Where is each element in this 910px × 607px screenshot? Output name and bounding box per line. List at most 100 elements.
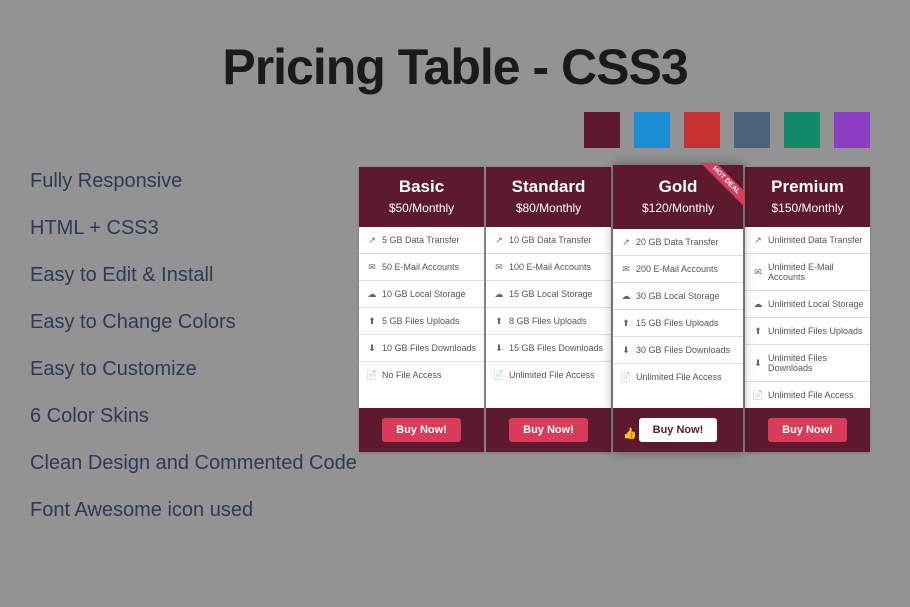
feature-icon: 📄 [367, 370, 377, 380]
plan-body: ↗ 20 GB Data Transfer ✉ 200 E-Mail Accounts… [613, 229, 743, 408]
feature-text: 5 GB Files Uploads [382, 316, 460, 326]
swatch-teal[interactable] [784, 112, 820, 148]
feature-text: Unlimited E-Mail Accounts [768, 262, 866, 282]
plan-feature: ☁ Unlimited Local Storage [745, 291, 870, 318]
plan-feature: ✉ 50 E-Mail Accounts [359, 254, 484, 281]
feature-text: Unlimited File Access [768, 390, 854, 400]
feature-text: 5 GB Data Transfer [382, 235, 460, 245]
plan-price: $50/Monthly [359, 201, 484, 215]
plan-feature: ⬆ Unlimited Files Uploads [745, 318, 870, 345]
feature-icon: 📄 [494, 370, 504, 380]
thumbs-up-icon: 👍 [623, 427, 637, 440]
feature-icon: ⬇ [753, 358, 763, 368]
feature-text: 8 GB Files Uploads [509, 316, 587, 326]
plan-feature: ☁ 10 GB Local Storage [359, 281, 484, 308]
feature-text: 10 GB Files Downloads [382, 343, 476, 353]
buy-button[interactable]: Buy Now! [509, 418, 588, 442]
plan-feature: 📄 Unlimited File Access [613, 364, 743, 390]
plan-price: $80/Monthly [486, 201, 611, 215]
feature-icon: ☁ [367, 289, 377, 299]
feature-icon: ☁ [621, 291, 631, 301]
plan-header: Premium $150/Monthly [745, 167, 870, 227]
plan-price: $150/Monthly [745, 201, 870, 215]
feature-icon: ⬆ [494, 316, 504, 326]
plan-name: Standard [486, 177, 611, 197]
feature-text: Unlimited File Access [636, 372, 722, 382]
feature-icon: ✉ [621, 264, 631, 274]
plan-feature: ⬇ 30 GB Files Downloads [613, 337, 743, 364]
feature-item: 6 Color Skins [30, 405, 357, 428]
plan-gold: Gold$120/MonthlyHOT DEAL↗20 GB Data Tran… [613, 165, 743, 452]
swatch-red[interactable] [684, 112, 720, 148]
plan-feature: ⬆5 GB Files Uploads [359, 308, 484, 335]
plan-feature: ✉Unlimited E-Mail Accounts [745, 254, 870, 291]
plan-header: Standard $80/Monthly [486, 167, 611, 227]
plan-feature: ↗Unlimited Data Transfer [745, 227, 870, 254]
feature-text: 10 GB Data Transfer [509, 235, 592, 245]
buy-button[interactable]: Buy Now! [382, 418, 461, 442]
plan-premium: Premium $150/Monthly ↗Unlimited Data Trans… [745, 167, 870, 452]
buy-button[interactable]: Buy Now! [639, 418, 718, 442]
feature-item: HTML + CSS3 [30, 217, 357, 240]
feature-text: Unlimited Files Uploads [768, 326, 863, 336]
plan-feature: ↗5 GB Data Transfer [359, 227, 484, 254]
feature-text: 50 E-Mail Accounts [382, 262, 459, 272]
plan-footer: Buy Now! [486, 408, 611, 452]
plan-feature: ⬇Unlimited Files Downloads [745, 345, 870, 382]
feature-text: 10 GB Local Storage [382, 289, 466, 299]
plan-feature: 📄 No File Access [359, 362, 484, 388]
feature-text: 15 GB Files Uploads [636, 318, 719, 328]
plan-feature: ☁ 30 GB Local Storage [613, 283, 743, 310]
plan-feature: ⬇ 10 GB Files Downloads [359, 335, 484, 362]
feature-text: Unlimited Data Transfer [768, 235, 863, 245]
plan-name: Basic [359, 177, 484, 197]
color-swatches [584, 112, 870, 148]
feature-text: 200 E-Mail Accounts [636, 264, 718, 274]
feature-text: 20 GB Data Transfer [636, 237, 719, 247]
feature-text: No File Access [382, 370, 442, 380]
plan-body: ↗5 GB Data Transfer ✉ 50 E-Mail Accounts ☁ 1… [359, 227, 484, 408]
feature-icon: ⬆ [753, 326, 763, 336]
feature-icon: ☁ [753, 299, 763, 309]
feature-text: 100 E-Mail Accounts [509, 262, 591, 272]
plan-feature: ⬆ 8 GB Files Uploads [486, 308, 611, 335]
hotdeal-badge: HOT DEAL [695, 163, 745, 213]
feature-item: Clean Design and Commented Code [30, 452, 357, 475]
buy-button[interactable]: Buy Now! [768, 418, 847, 442]
swatch-blue[interactable] [634, 112, 670, 148]
page-title: Pricing Table - CSS3 [0, 38, 910, 96]
plan-footer: Buy Now! [745, 408, 870, 452]
plan-feature: ↗ 10 GB Data Transfer [486, 227, 611, 254]
plan-basic: Basic $50/Monthly ↗5 GB Data Transfer ✉ 50 E… [359, 167, 484, 452]
feature-icon: ✉ [367, 262, 377, 272]
feature-icon: ⬇ [621, 345, 631, 355]
plan-feature: 📄Unlimited File Access [486, 362, 611, 388]
feature-icon: ↗ [621, 237, 631, 247]
plan-feature: ✉ 100 E-Mail Accounts [486, 254, 611, 281]
feature-text: 30 GB Local Storage [636, 291, 720, 301]
plan-name: Premium [745, 177, 870, 197]
feature-icon: ↗ [494, 235, 504, 245]
plan-standard: Standard $80/Monthly ↗ 10 GB Data Transfer ✉… [486, 167, 611, 452]
feature-text: Unlimited Local Storage [768, 299, 864, 309]
swatch-purple[interactable] [834, 112, 870, 148]
plan-feature: 📄Unlimited File Access [745, 382, 870, 408]
feature-icon: ☁ [494, 289, 504, 299]
plan-footer: 👍Buy Now! [613, 408, 743, 452]
feature-text: 30 GB Files Downloads [636, 345, 730, 355]
plan-footer: Buy Now! [359, 408, 484, 452]
swatch-maroon[interactable] [584, 112, 620, 148]
feature-icon: ✉ [494, 262, 504, 272]
plan-body: ↗Unlimited Data Transfer✉Unlimited E-Mai… [745, 227, 870, 408]
plan-feature: ✉ 200 E-Mail Accounts [613, 256, 743, 283]
feature-icon: 📄 [621, 372, 631, 382]
plan-feature: ↗ 20 GB Data Transfer [613, 229, 743, 256]
feature-item: Easy to Customize [30, 358, 357, 381]
feature-icon: ⬆ [621, 318, 631, 328]
plan-feature: ⬆ 15 GB Files Uploads [613, 310, 743, 337]
feature-icon: ⬇ [367, 343, 377, 353]
swatch-slate[interactable] [734, 112, 770, 148]
plan-feature: ⬇15 GB Files Downloads [486, 335, 611, 362]
feature-item: Fully Responsive [30, 170, 357, 193]
plan-feature: ☁15 GB Local Storage [486, 281, 611, 308]
